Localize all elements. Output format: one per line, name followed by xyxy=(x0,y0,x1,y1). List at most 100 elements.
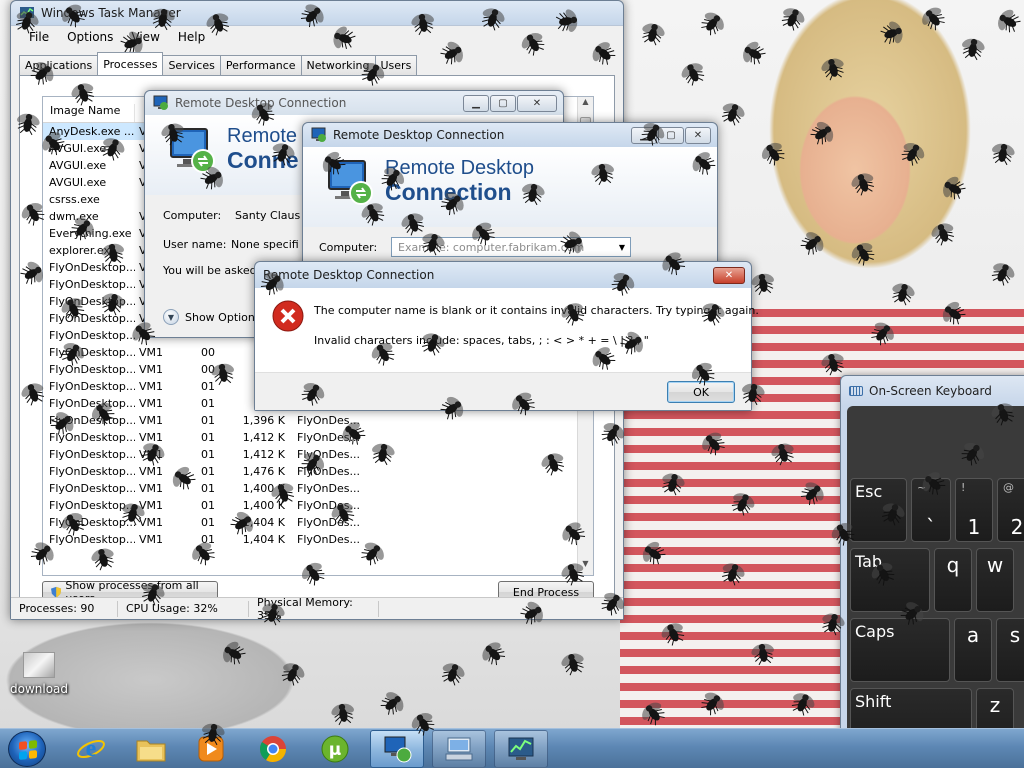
table-row[interactable]: FlyOnDesktop... VM1 01 1,400 K FlyOnDes... xyxy=(43,497,593,514)
start-button[interactable] xyxy=(8,731,46,767)
process-memory: 1,400 K xyxy=(242,499,285,512)
close-icon[interactable]: ✕ xyxy=(685,126,711,144)
key-w[interactable]: w xyxy=(976,548,1014,612)
table-row[interactable]: FlyOnDesktop... VM1 01 1,476 K FlyOnDes... xyxy=(43,463,593,480)
taskbar-internet-explorer[interactable]: e xyxy=(64,730,118,768)
minimize-icon[interactable]: ▁ xyxy=(463,94,489,112)
key-tab[interactable]: Tab xyxy=(850,548,930,612)
key-tilde-top: ~ xyxy=(917,481,927,494)
error-dialog-titlebar[interactable]: Remote Desktop Connection ✕ xyxy=(255,262,751,288)
close-icon[interactable]: ✕ xyxy=(713,266,745,284)
rdc-back-username-value: None specifi xyxy=(231,238,299,251)
tab-performance[interactable]: Performance xyxy=(219,55,302,75)
chevron-down-icon[interactable]: ▼ xyxy=(614,238,630,256)
tab-users[interactable]: Users xyxy=(374,55,418,75)
status-cpu: CPU Usage: 32% xyxy=(118,600,249,617)
key-1[interactable]: ! 1 xyxy=(955,478,993,542)
scroll-down-icon[interactable]: ▼ xyxy=(578,559,593,575)
minimize-icon[interactable]: ▁ xyxy=(631,126,657,144)
taskbar-remote-desktop[interactable] xyxy=(370,730,424,768)
process-description: FlyOnDes... xyxy=(297,465,360,478)
process-name: AVGUI.exe xyxy=(49,159,107,172)
osk-titlebar[interactable]: On-Screen Keyboard xyxy=(841,376,1024,406)
key-tilde[interactable]: ~ ` xyxy=(911,478,951,542)
process-cpu: 01 xyxy=(201,465,215,478)
rdc-front-banner-line1: Remote Desktop xyxy=(385,157,534,179)
tab-processes[interactable]: Processes xyxy=(97,52,164,75)
internet-explorer-icon: e xyxy=(77,736,105,762)
process-name: FlyOnDesktop... xyxy=(49,465,135,478)
desktop-icon-download[interactable]: download xyxy=(8,652,70,696)
close-icon[interactable]: ✕ xyxy=(517,94,557,112)
rdc-back-titlebar[interactable]: Remote Desktop Connection ▁ ▢ ✕ xyxy=(145,91,563,115)
status-bar: Processes: 90 CPU Usage: 32% Physical Me… xyxy=(11,596,623,622)
status-memory: Physical Memory: 35% xyxy=(249,596,379,622)
process-name: AnyDesk.exe ... xyxy=(49,125,135,138)
task-manager-titlebar[interactable]: Windows Task Manager xyxy=(11,1,623,25)
taskbar-file-explorer[interactable] xyxy=(124,730,178,768)
taskbar-media-player[interactable] xyxy=(184,730,238,768)
rdc-back-banner-line1: Remote xyxy=(227,125,298,147)
taskbar-chrome[interactable] xyxy=(246,730,300,768)
status-processes: Processes: 90 xyxy=(11,600,118,617)
table-row[interactable]: FlyOnDesktop... VM1 01 1,404 K FlyOnDes... xyxy=(43,514,593,531)
process-cpu: 01 xyxy=(201,414,215,427)
taskbar-utorrent[interactable]: µ xyxy=(308,730,362,768)
process-user: VM1 xyxy=(139,431,164,444)
menu-view[interactable]: View xyxy=(123,30,167,45)
rdc-front-titlebar[interactable]: Remote Desktop Connection ▁ ▢ ✕ xyxy=(303,123,717,147)
process-name: explorer.exe xyxy=(49,244,117,257)
tab-services[interactable]: Services xyxy=(162,55,221,75)
process-user: VM1 xyxy=(139,516,164,529)
key-2-bot: 2 xyxy=(1010,515,1024,539)
key-esc[interactable]: Esc xyxy=(850,478,907,542)
menu-options[interactable]: Options xyxy=(59,30,121,45)
table-row[interactable]: FlyOnDesktop... VM1 01 1,404 K FlyOnDes... xyxy=(43,531,593,548)
rdc-back-show-options[interactable]: ▼ Show Options xyxy=(163,309,261,325)
rdc-back-banner-line2: Conne xyxy=(227,147,299,173)
error-dialog-footer: OK xyxy=(255,372,751,410)
osk-key-area: Esc ~ ` ! 1 @2 Tab q w Caps a s Shift z xyxy=(847,406,1024,768)
table-row[interactable]: FlyOnDesktop... VM1 01 1,412 K FlyOnDes... xyxy=(43,429,593,446)
process-user: VM1 xyxy=(139,363,164,376)
key-w-label: w xyxy=(986,553,1004,577)
key-2[interactable]: @2 xyxy=(997,478,1024,542)
process-name: FlyOnDesktop... xyxy=(49,397,135,410)
computer-combobox[interactable]: Example: computer.fabrikam.com ▼ xyxy=(391,237,631,257)
process-name: FlyOnDesktop... xyxy=(49,329,135,342)
process-user: VM1 xyxy=(139,346,164,359)
rdc-front-caption-buttons: ▁ ▢ ✕ xyxy=(631,126,717,144)
table-row[interactable]: FlyOnDesktop... VM1 01 1,412 K FlyOnDes... xyxy=(43,446,593,463)
column-image-name[interactable]: Image Name xyxy=(43,104,135,122)
process-description: FlyOnDes... xyxy=(297,448,360,461)
process-name: FlyOnDesktop... xyxy=(49,261,135,274)
maximize-icon[interactable]: ▢ xyxy=(658,126,684,144)
table-row[interactable]: FlyOnDesktop... VM1 01 1,400 K FlyOnDes... xyxy=(43,480,593,497)
key-a[interactable]: a xyxy=(954,618,992,682)
scroll-up-icon[interactable]: ▲ xyxy=(578,97,593,113)
taskbar-task-manager[interactable] xyxy=(494,730,548,768)
remote-desktop-icon xyxy=(311,127,326,142)
menu-file[interactable]: File xyxy=(21,30,57,45)
process-name: FlyOnDesktop... xyxy=(49,431,135,444)
taskbar-network-computer[interactable] xyxy=(432,730,486,768)
key-q[interactable]: q xyxy=(934,548,972,612)
process-user: VM1 xyxy=(139,414,164,427)
tab-networking[interactable]: Networking xyxy=(300,55,376,75)
process-name: FlyOnDesktop... xyxy=(49,346,135,359)
maximize-icon[interactable]: ▢ xyxy=(490,94,516,112)
table-row[interactable]: FlyOnDesktop... VM1 01 1,396 K FlyOnDes... xyxy=(43,412,593,429)
process-name: FlyOnDesktop... xyxy=(49,482,135,495)
chrome-icon xyxy=(259,736,287,763)
process-name: FlyOnDesktop... xyxy=(49,380,135,393)
ok-button[interactable]: OK xyxy=(667,381,735,403)
tab-applications[interactable]: Applications xyxy=(19,55,99,75)
menu-help[interactable]: Help xyxy=(170,30,213,45)
key-s[interactable]: s xyxy=(996,618,1024,682)
rdc-back-computer-value[interactable]: Santy Claus xyxy=(235,209,300,222)
rdc-back-username-row: User name: None specifi xyxy=(163,238,299,251)
key-caps[interactable]: Caps xyxy=(850,618,950,682)
process-cpu: 01 xyxy=(201,499,215,512)
utorrent-icon: µ xyxy=(321,735,349,763)
key-tab-label: Tab xyxy=(855,552,883,571)
